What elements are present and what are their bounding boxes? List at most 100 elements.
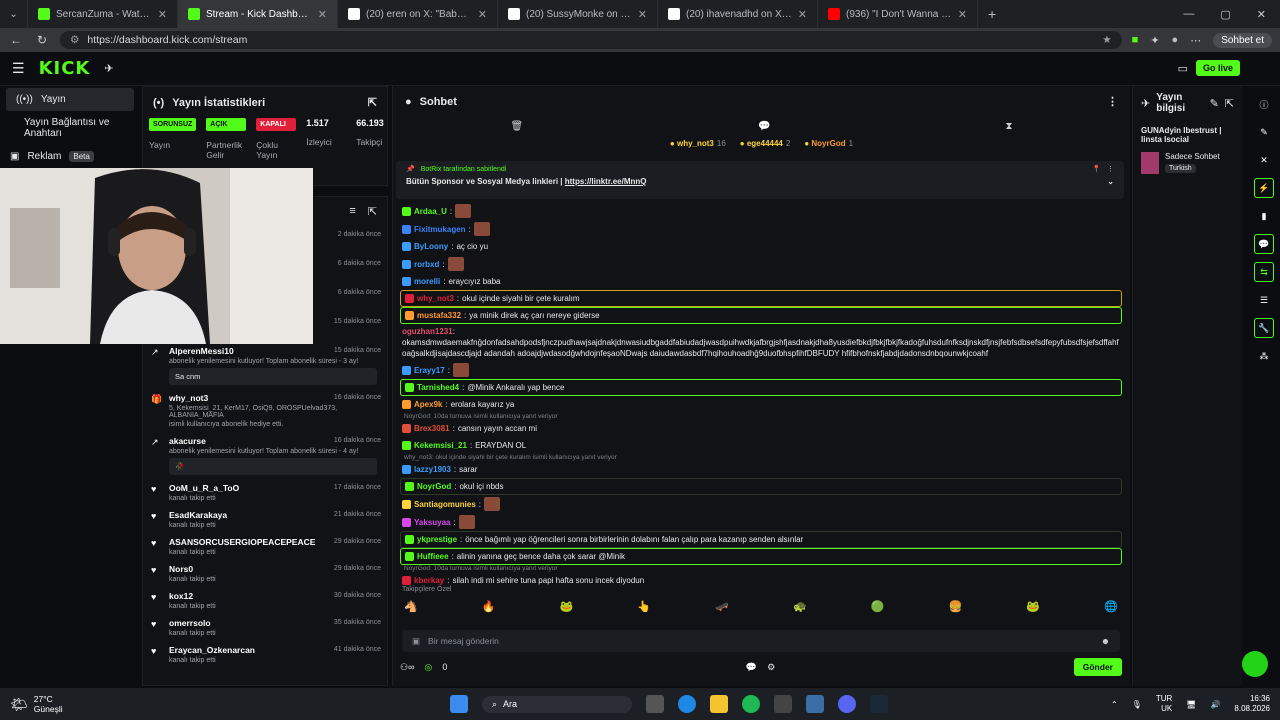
chat-username[interactable]: Santiagomunies — [414, 498, 476, 511]
chat-icon[interactable]: 💬 — [1254, 234, 1274, 254]
points-icon[interactable]: ◎ — [424, 662, 432, 673]
tab-close-icon[interactable]: ✕ — [638, 8, 647, 21]
users-icon[interactable]: ⚇∞ — [400, 662, 414, 673]
emote-button[interactable]: 🐴 — [404, 600, 418, 613]
extensions-puzzle-icon[interactable]: ✦ — [1150, 34, 1159, 47]
chat-menu-icon[interactable]: ⋮ — [1107, 95, 1118, 108]
go-live-button[interactable]: Go live — [1195, 60, 1240, 76]
close-window-icon[interactable]: ✕ — [1257, 8, 1266, 21]
maximize-icon[interactable]: ▢ — [1220, 8, 1230, 21]
tab-close-icon[interactable]: ✕ — [798, 8, 807, 21]
browser-tab[interactable]: (20) ihavenadhd on X: "Şehmus & ✕ — [658, 0, 818, 28]
tab-search-button[interactable]: ⌄ — [0, 0, 28, 28]
chat-username[interactable]: mustafa332 — [417, 309, 461, 322]
tray-chevron-icon[interactable]: ⌃ — [1111, 700, 1118, 709]
top-chatter[interactable]: ● why_not3 16 — [670, 139, 726, 148]
site-info-icon[interactable]: ⚙ — [70, 34, 79, 46]
steam-icon[interactable] — [870, 695, 888, 713]
emote-button[interactable]: 🍔 — [949, 600, 963, 613]
kick-logo[interactable]: KICK — [39, 58, 91, 79]
top-chatter[interactable]: ● ege44444 2 — [740, 139, 791, 148]
emote-button[interactable]: 👆 — [637, 600, 651, 613]
pinned-menu-icon[interactable]: ⋮ — [1107, 165, 1114, 173]
chat-username[interactable]: Huffieee — [417, 550, 449, 563]
tab-close-icon[interactable]: ✕ — [318, 8, 327, 21]
popout-icon[interactable]: ⇱ — [1225, 97, 1234, 110]
weather-widget[interactable]: 🌤 27°C Güneşli — [10, 694, 210, 714]
extension-icon[interactable]: ■ — [1132, 34, 1139, 46]
emote-button[interactable]: 🛹 — [715, 600, 729, 613]
clipboard-icon[interactable]: ▮ — [1254, 206, 1274, 226]
chat-username[interactable]: Fixitmukagen — [414, 223, 466, 236]
app-icon[interactable] — [806, 695, 824, 713]
browser-tab[interactable]: (20) eren on X: "Babası zengin diye ✕ — [338, 0, 498, 28]
chat-username[interactable]: Yaksuyaa — [414, 516, 450, 529]
edit-icon[interactable]: ✎ — [1210, 97, 1219, 110]
tab-close-icon[interactable]: ✕ — [158, 8, 167, 21]
sidebar-item-stream-key[interactable]: Yayın Bağlantısı ve Anahtarı — [0, 111, 140, 145]
chat-bubble-icon[interactable]: 💬 — [746, 662, 757, 673]
clock[interactable]: 16:36 8.08.2026 — [1234, 694, 1270, 714]
emote-button[interactable]: 🐸 — [1026, 600, 1040, 613]
apps-icon[interactable]: ⁂ — [1254, 346, 1274, 366]
emote-picker-icon[interactable]: ▣ — [412, 636, 420, 647]
start-icon[interactable] — [450, 695, 468, 713]
volume-icon[interactable]: 🔊 — [1210, 700, 1220, 709]
profile-avatar[interactable]: ● — [1172, 34, 1179, 46]
explorer-icon[interactable] — [710, 695, 728, 713]
pin-toggle-icon[interactable]: 📍 — [1092, 165, 1101, 173]
app-icon[interactable] — [774, 695, 792, 713]
trash-icon[interactable]: 🗑 — [510, 121, 523, 132]
chat-username[interactable]: Brex3081 — [414, 422, 450, 435]
chat-username[interactable]: Ardaa_U — [414, 205, 447, 218]
popout-icon[interactable]: ⇱ — [368, 96, 377, 109]
browser-tab[interactable]: (20) SussyMonke on X: "Miniğin K ✕ — [498, 0, 658, 28]
floating-status-button[interactable] — [1242, 651, 1268, 677]
browser-tab[interactable]: Stream - Kick Dashboard ✕ — [178, 0, 338, 28]
pin-icon[interactable]: ✈ — [104, 62, 113, 75]
new-tab-button[interactable]: + — [978, 0, 1006, 28]
chat-username[interactable]: Tarnished4 — [417, 381, 459, 394]
chat-mode-icon[interactable]: 💬 — [758, 121, 770, 132]
chat-username[interactable]: Apex9k — [414, 398, 442, 411]
top-chatter[interactable]: ● NoyrGod 1 — [804, 139, 853, 148]
send-button[interactable]: Gönder — [1073, 658, 1122, 676]
profile-button[interactable]: Sohbet et — [1213, 32, 1272, 48]
emote-button[interactable]: 🔥 — [482, 600, 496, 613]
audio-icon[interactable]: ⇆ — [1254, 262, 1274, 282]
popout-icon[interactable]: ⇱ — [368, 205, 377, 218]
menu-dots-icon[interactable]: ⋯ — [1190, 34, 1201, 47]
url-field[interactable]: ⚙ https://dashboard.kick.com/stream ★ — [60, 31, 1122, 49]
settings-gear-icon[interactable]: ⚙ — [767, 662, 775, 673]
filter-icon[interactable]: ≡ — [349, 205, 355, 218]
edit-icon[interactable]: ✎ — [1254, 122, 1274, 142]
sidebar-item-reklam[interactable]: ▣ Reklam Beta — [0, 145, 140, 168]
queue-icon[interactable]: ☰ — [1254, 290, 1274, 310]
chat-username[interactable]: ByLoony — [414, 240, 448, 253]
emote-button[interactable]: 🐸 — [560, 600, 574, 613]
back-icon[interactable]: ← — [8, 33, 24, 47]
tab-close-icon[interactable]: ✕ — [958, 8, 967, 21]
bookmark-star-icon[interactable]: ★ — [1102, 34, 1111, 46]
hamburger-menu-icon[interactable]: ☰ — [12, 60, 25, 77]
minimize-icon[interactable]: — — [1183, 8, 1194, 21]
chat-username[interactable]: Kekemsisi_21 — [414, 439, 467, 452]
sidebar-item-yayin[interactable]: ((•)) Yayın — [6, 88, 134, 111]
discord-icon[interactable] — [838, 695, 856, 713]
task-view-icon[interactable] — [646, 695, 664, 713]
mod-icon[interactable]: ✕ — [1254, 150, 1274, 170]
network-icon[interactable]: 🖥 — [1186, 700, 1196, 709]
chat-username[interactable]: ykprestige — [417, 533, 457, 546]
lightning-icon[interactable]: ⚡ — [1254, 178, 1274, 198]
chevron-down-icon[interactable]: ⌄ — [1107, 177, 1114, 186]
spotify-icon[interactable] — [742, 695, 760, 713]
reload-icon[interactable]: ↻ — [34, 33, 50, 47]
tab-close-icon[interactable]: ✕ — [478, 8, 487, 21]
emote-button[interactable]: 🌐 — [1104, 600, 1118, 613]
slow-mode-icon[interactable]: ⧗ — [1006, 121, 1013, 132]
pinned-link[interactable]: https://linktr.ee/MnnQ — [565, 177, 647, 186]
taskbar-search[interactable]: ⌕ Ara — [482, 695, 632, 713]
chat-username[interactable]: Erayy17 — [414, 364, 445, 377]
chat-username[interactable]: morelli — [414, 275, 440, 288]
chat-username[interactable]: NoyrGod — [417, 480, 451, 493]
